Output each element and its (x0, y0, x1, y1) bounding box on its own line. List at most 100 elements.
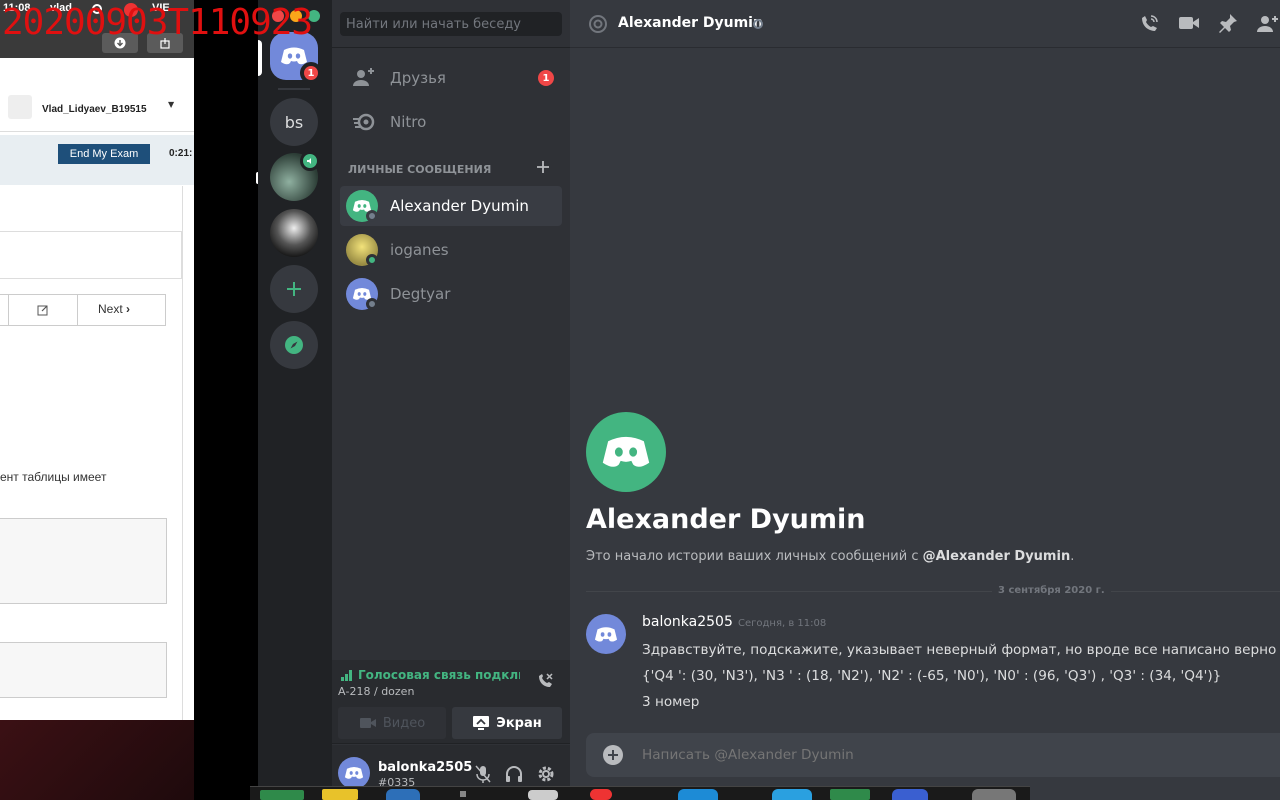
exam-userbar: Vlad_Lidyaev_B19515 ▼ (0, 88, 194, 132)
app-icon[interactable] (528, 790, 558, 800)
dm-item-alexander[interactable]: Alexander Dyumin (340, 186, 562, 226)
message-line: {'Q4 ': (30, 'N3'), 'N3 ' : (18, 'N2'), … (642, 668, 1222, 684)
message-input[interactable] (642, 744, 1242, 766)
exam-timer: 0:21: (169, 148, 193, 159)
mute-button[interactable] (474, 764, 492, 784)
voice-panel: Голосовая связь подключена А-218 / dozen… (332, 660, 570, 744)
friends-badge: 1 (538, 70, 554, 86)
question-text: ент таблицы имеет (0, 470, 107, 484)
offline-status-icon (753, 19, 763, 29)
compass-icon (285, 336, 303, 354)
avatar[interactable] (338, 757, 370, 789)
next-label: Next (98, 302, 123, 316)
screen-share-button[interactable]: Экран (452, 707, 562, 739)
app-icon[interactable] (322, 789, 358, 800)
next-button[interactable]: Next › (98, 302, 130, 316)
dm-item-degtyar[interactable]: Degtyar (340, 274, 562, 314)
message-line: Здравствуйте, подскажите, указывает неве… (642, 642, 1277, 658)
app-icon[interactable] (892, 789, 928, 800)
add-friends-button[interactable] (1256, 13, 1280, 35)
plus-icon (537, 161, 549, 173)
dm-intro-title: Alexander Dyumin (586, 504, 866, 535)
dm-intro-prefix: Это начало истории ваших личных сообщени… (586, 549, 923, 564)
app-icon[interactable] (678, 789, 718, 800)
message-author[interactable]: balonka2505 (642, 614, 733, 630)
discord-logo-icon (602, 436, 650, 467)
pinned-messages-button[interactable] (1218, 13, 1238, 35)
chevron-right-icon: › (126, 302, 131, 316)
plus-icon (287, 282, 301, 296)
screen-share-icon (473, 716, 490, 730)
nitro-label: Nitro (390, 113, 427, 131)
prev-cell[interactable] (0, 295, 9, 325)
app-icon[interactable] (460, 791, 466, 797)
dm-section-header: ЛИЧНЫЕ СООБЩЕНИЯ (348, 163, 492, 176)
answer-box-2[interactable] (0, 642, 167, 698)
edit-icon (37, 305, 48, 316)
badge-icon (590, 789, 612, 800)
app-icon[interactable] (772, 789, 812, 800)
disconnect-phone-icon (539, 673, 553, 687)
search-input[interactable]: Найти или начать беседу (340, 12, 562, 36)
voice-call-button[interactable] (1138, 13, 1160, 35)
microphone-muted-icon (475, 765, 491, 783)
answer-box[interactable] (0, 518, 167, 604)
nav-nitro[interactable]: Nitro (340, 102, 562, 142)
chat-main: Alexander Dyumin Alexander Dyumin Это на… (570, 0, 1280, 800)
app-icon[interactable] (260, 790, 304, 800)
nitro-icon (353, 113, 375, 131)
question-header-panel (0, 231, 182, 279)
video-camera-icon (359, 718, 376, 728)
username: balonka2505 (378, 760, 473, 775)
edit-button[interactable] (9, 295, 78, 325)
dm-item-ioganes[interactable]: ioganes (340, 230, 562, 270)
guild-bs-label: bs (284, 112, 304, 132)
video-label: Видео (382, 715, 426, 731)
voice-status: Голосовая связь подключена (358, 668, 520, 682)
content-border (182, 186, 183, 720)
message-composer[interactable] (586, 733, 1280, 777)
end-exam-button[interactable]: End My Exam (58, 144, 150, 164)
disconnect-button[interactable] (536, 672, 554, 690)
app-icon[interactable] (386, 789, 420, 800)
message-line: 3 номер (642, 694, 700, 710)
video-call-button[interactable] (1178, 15, 1200, 31)
dm-intro-text: Это начало истории ваших личных сообщени… (586, 549, 1074, 564)
date-divider (586, 591, 1280, 592)
screen-label: Экран (496, 715, 542, 731)
discord-logo-icon (344, 767, 364, 779)
dm-intro-mention[interactable]: @Alexander Dyumin (923, 549, 1071, 564)
explore-servers-button[interactable] (270, 321, 318, 369)
friends-icon (353, 68, 374, 86)
guild-bs[interactable]: bs (270, 98, 318, 146)
create-dm-button[interactable] (536, 160, 550, 174)
online-status-icon (366, 254, 378, 266)
video-button[interactable]: Видео (338, 707, 446, 739)
headphones-icon (506, 766, 522, 782)
app-icon[interactable] (830, 789, 870, 800)
video-camera-icon (1179, 17, 1199, 29)
exam-username: Vlad_Lidyaev_B19515 (42, 104, 147, 115)
desktop-wallpaper (0, 720, 194, 800)
guild-nature[interactable] (270, 151, 320, 201)
guild-photo[interactable] (270, 209, 318, 257)
message-body: Здравствуйте, подскажите, указывает неве… (642, 637, 1276, 715)
date-divider-label: 3 сентября 2020 г. (992, 585, 1111, 596)
at-sign-icon (589, 15, 607, 33)
deafen-button[interactable] (504, 764, 524, 784)
dm-name: Alexander Dyumin (390, 197, 529, 215)
gear-icon (538, 766, 554, 782)
dm-intro-avatar (586, 412, 666, 492)
app-icon[interactable] (972, 789, 1016, 800)
nav-friends[interactable]: Друзья 1 (340, 58, 562, 98)
dock (250, 786, 1030, 800)
question-nav (0, 294, 166, 326)
dm-name: ioganes (390, 241, 449, 259)
add-user-icon (1257, 16, 1278, 32)
chevron-down-icon[interactable]: ▼ (168, 100, 174, 109)
attach-button[interactable] (602, 744, 624, 766)
chat-header: Alexander Dyumin (570, 0, 1280, 48)
settings-button[interactable] (536, 764, 556, 784)
add-server-button[interactable] (270, 265, 318, 313)
avatar[interactable] (586, 614, 626, 654)
